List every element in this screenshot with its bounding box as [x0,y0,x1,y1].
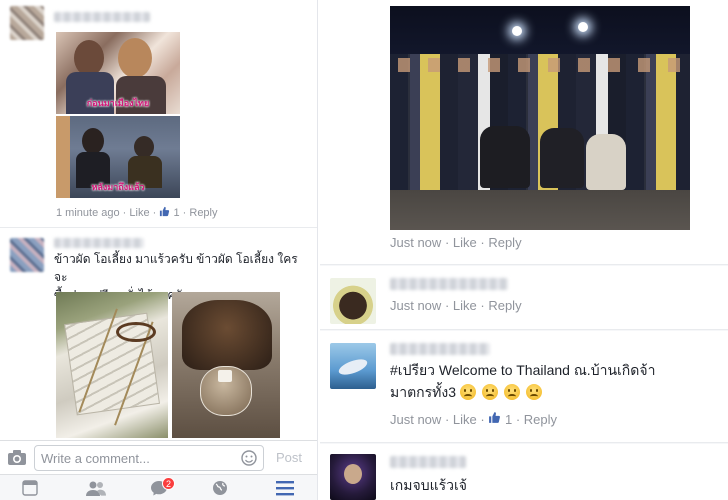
messages-badge: 2 [162,477,176,490]
comment-with-photos: ก่อนมาเมืองไทย หลังมาถึงแล้ว 1 minute ag… [0,0,317,228]
comment-composer: Write a comment... Post [0,440,317,474]
menu-icon[interactable] [276,480,296,498]
photo-comment: Just now · Like · Reply [320,0,728,265]
comment-meta: 1 minute ago · Like · 1 · Reply [56,206,218,220]
globe-notifications-icon[interactable] [212,480,232,498]
comment-text-line: มาตกรทั้ง3 [390,384,457,400]
comment-photo-after[interactable]: หลังมาถึงแล้ว [56,116,180,198]
reply-link[interactable]: Reply [524,412,557,427]
reply-link[interactable]: Reply [488,298,521,313]
news-feed-icon[interactable] [22,480,42,498]
thumbs-up-icon [159,206,170,220]
comment-text: #เปรียว Welcome to Thailand ณ.บ้านเกิดจ้… [390,359,720,403]
comment-food-seller: ข้าวผัด โอเลี้ยง มาแร้วครับ ข้าวผัด โอเล… [0,228,317,440]
like-link[interactable]: Like [129,207,149,219]
comment-meta: Just now · Like · 1 · Reply [390,412,558,427]
group-night-photo[interactable] [390,6,690,230]
commenter-name-blurred[interactable] [54,238,144,248]
comment-text-line: ข้าวผัด โอเลี้ยง มาแร้วครับ ข้าวผัด โอเล… [54,252,298,284]
comment-text-line: #เปรียว Welcome to Thailand ณ.บ้านเกิดจ้… [390,362,656,378]
photo-caption: ก่อนมาเมืองไทย [86,98,150,108]
camera-icon[interactable] [8,450,26,470]
like-count: 1 [173,207,180,219]
comment-meta: Just now · Like · Reply [390,235,522,250]
sad-face-emoji-icon [481,384,498,400]
sad-face-emoji-icon [459,384,476,400]
friend-requests-icon[interactable] [86,480,106,498]
fried-rice-photo[interactable] [56,292,168,438]
like-link[interactable]: Like [453,235,477,250]
timestamp: 1 minute ago [56,207,120,219]
timestamp: Just now [390,298,442,313]
sad-face-emoji-icon [503,384,520,400]
commenter-avatar[interactable] [330,278,376,324]
like-count: 1 [504,412,513,427]
reply-link[interactable]: Reply [488,235,521,250]
comment-input-placeholder: Write a comment... [41,451,150,466]
commenter-name-blurred[interactable] [390,343,490,355]
timestamp: Just now [390,235,442,250]
reply-link[interactable]: Reply [189,207,217,219]
comment: เกมจบแร้วเจ้ [320,444,728,500]
like-link[interactable]: Like [453,412,477,427]
comment-text: เกมจบแร้วเจ้ [390,477,467,493]
comment: #เปรียว Welcome to Thailand ณ.บ้านเกิดจ้… [320,331,728,443]
thumbs-up-icon [488,412,505,427]
messages-icon[interactable]: 2 [150,477,176,498]
commenter-avatar-blurred[interactable] [10,6,44,40]
sad-face-emoji-icon [525,384,542,400]
post-button[interactable]: Post [276,450,302,465]
commenter-name-blurred[interactable] [390,456,466,468]
comment-meta: Just now · Like · Reply [390,298,522,313]
right-screenshot-panel: Just now · Like · Reply Just now · Like … [320,0,728,500]
sticker-icon[interactable] [241,450,257,469]
comment-text-line-2: มาตกรทั้ง3 [390,381,720,403]
comment: Just now · Like · Reply [320,266,728,330]
commenter-name-blurred[interactable] [54,12,150,22]
timestamp: Just now [390,412,442,427]
commenter-avatar-blurred[interactable] [10,238,44,272]
commenter-avatar[interactable] [330,343,376,389]
like-link[interactable]: Like [453,298,477,313]
bottom-tab-bar: 2 [0,474,317,500]
commenter-name-blurred[interactable] [390,278,508,290]
left-screenshot-panel: ก่อนมาเมืองไทย หลังมาถึงแล้ว 1 minute ag… [0,0,318,500]
photo-caption: หลังมาถึงแล้ว [91,182,145,192]
commenter-avatar[interactable] [330,454,376,500]
iced-coffee-photo[interactable] [172,292,280,438]
comment-input[interactable]: Write a comment... [34,445,264,471]
comment-photo-before[interactable]: ก่อนมาเมืองไทย [56,32,180,114]
